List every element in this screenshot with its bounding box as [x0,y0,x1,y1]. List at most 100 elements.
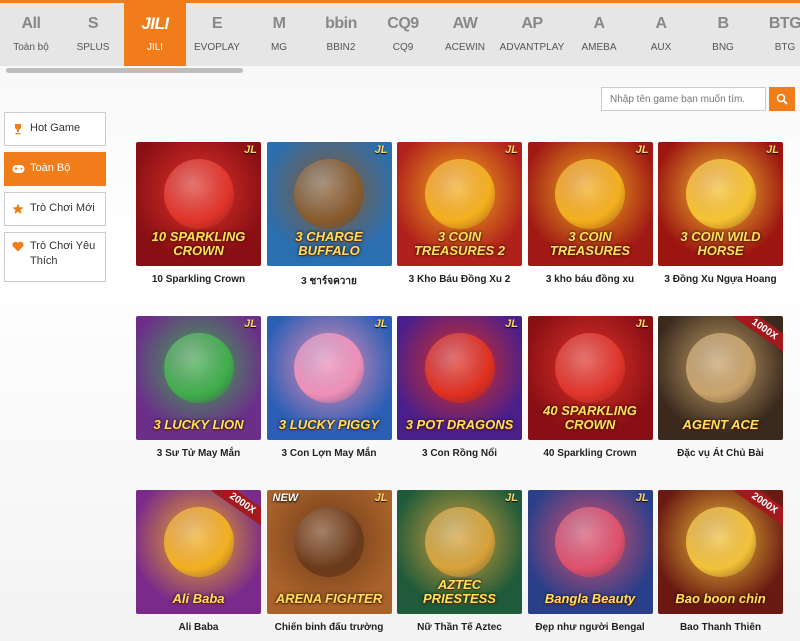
game-artwork [685,159,756,230]
game-card[interactable]: 2000X Bao boon chin Bao Thanh Thiên [658,490,783,633]
game-name[interactable]: 3 Con Lợn May Mắn [267,448,392,459]
game-thumbnail[interactable]: JL AZTEC PRIESTESS [397,490,522,614]
provider-mark: JL [374,144,388,156]
search-button[interactable] [769,87,795,111]
game-thumbnail[interactable]: 1000X AGENT ACE [658,316,783,440]
provider-logo: CQ9 [387,15,419,32]
game-thumbnail[interactable]: 2000X Bao boon chin [658,490,783,614]
game-card[interactable]: JL 3 COIN TREASURES 3 kho báu đồng xu [527,142,653,285]
game-logo-text: 10 SPARKLING CROWN [151,229,246,258]
provider-tab-btg[interactable]: BTG BTG [754,3,800,66]
game-name[interactable]: 10 Sparkling Crown [136,274,261,285]
sidebar-item-favorites[interactable]: Trò Chơi Yêu Thích [4,232,106,282]
provider-tab-splus[interactable]: S SPLUS [62,3,124,66]
game-thumbnail[interactable]: JL 3 COIN TREASURES [527,142,653,266]
provider-label: Toàn bộ [13,42,49,53]
game-name[interactable]: 3 Kho Báu Đồng Xu 2 [397,274,522,285]
provider-label: SPLUS [76,42,110,53]
provider-tab-evoplay[interactable]: E EVOPLAY [186,3,248,66]
provider-logo: AP [521,15,543,32]
gamepad-icon [11,162,25,176]
game-name[interactable]: Ali Baba [136,622,261,633]
provider-logo: JILI [141,14,169,33]
game-name[interactable]: 3 Sư Tử May Mắn [136,448,261,459]
provider-logo: B [717,15,729,32]
sidebar-item-hot-game[interactable]: Hot Game [4,112,106,146]
game-thumbnail[interactable]: JL 3 COIN TREASURES 2 [397,142,522,266]
game-thumbnail[interactable]: JL 10 SPARKLING CROWN [136,142,261,266]
game-logo-text: 3 COIN TREASURES [549,229,631,258]
provider-mark: JL [374,318,388,330]
provider-logo: S [87,15,99,32]
game-card[interactable]: JL 3 LUCKY LION 3 Sư Tử May Mắn [136,316,261,459]
provider-label: AUX [650,42,672,53]
game-name[interactable]: Đặc vụ Át Chủ Bài [658,448,783,459]
game-thumbnail[interactable]: JL 3 LUCKY LION [136,316,261,440]
game-name[interactable]: Nữ Thần Tế Aztec [397,622,522,633]
game-logo-text: ARENA FIGHTER [275,591,383,606]
game-artwork [424,333,495,404]
game-thumbnail[interactable]: JL 3 CHARGE BUFFALO [266,142,392,266]
game-card[interactable]: JL Bangla Beauty Đẹp như người Bengal [527,490,653,633]
provider-tab-mg[interactable]: M MG [248,3,310,66]
game-artwork [163,507,234,578]
game-thumbnail[interactable]: JL 3 POT DRAGONS [397,316,522,440]
game-card[interactable]: JL 10 SPARKLING CROWN 10 Sparkling Crown [136,142,261,285]
provider-tab-bbin2[interactable]: bbin BBIN2 [310,3,372,66]
provider-tab-cq9[interactable]: CQ9 CQ9 [372,3,434,66]
provider-label: CQ9 [392,42,414,53]
provider-tab-toàn-bộ[interactable]: All Toàn bộ [0,3,62,66]
provider-tab-advantplay[interactable]: AP ADVANTPLAY [496,3,568,66]
game-artwork [294,159,364,230]
game-card[interactable]: JL 40 SPARKLING CROWN 40 Sparkling Crown [527,316,653,459]
game-logo-text: 3 LUCKY LION [153,417,244,432]
provider-mark: JL [635,144,649,156]
game-card[interactable]: JL 3 COIN TREASURES 2 3 Kho Báu Đồng Xu 2 [397,142,522,285]
game-card[interactable]: JL 3 POT DRAGONS 3 Con Rồng Nổi [397,316,522,459]
provider-tab-jili[interactable]: JILI JILI [124,3,186,66]
game-card[interactable]: 1000X AGENT ACE Đặc vụ Át Chủ Bài [658,316,783,459]
sidebar-item-all[interactable]: Toàn Bộ [4,152,106,186]
game-artwork [555,507,625,578]
trophy-icon [11,122,25,136]
game-name[interactable]: 3 Con Rồng Nổi [397,448,522,459]
search-input[interactable] [601,87,766,111]
game-artwork [685,507,756,578]
game-logo-text: Bangla Beauty [544,591,636,606]
game-card[interactable]: JL 3 LUCKY PIGGY 3 Con Lợn May Mắn [266,316,392,459]
provider-tab-aux[interactable]: A AUX [630,3,692,66]
provider-label: MG [270,42,288,53]
game-card[interactable]: 2000X Ali Baba Ali Baba [136,490,261,633]
provider-label: BBIN2 [326,42,356,53]
game-name[interactable]: 3 kho báu đồng xu [528,274,653,285]
sidebar-item-new-games[interactable]: Trò Chơi Mới [4,192,106,226]
game-thumbnail[interactable]: 2000X Ali Baba [136,490,261,614]
game-name[interactable]: 40 Sparkling Crown [528,448,653,459]
provider-tab-bng[interactable]: B BNG [692,3,754,66]
game-card[interactable]: JL NEW ARENA FIGHTER Chiến binh đấu trường [266,490,392,633]
game-thumbnail[interactable]: JL 3 LUCKY PIGGY [266,316,392,440]
provider-logo: A [593,15,605,32]
provider-tab-acewin[interactable]: AW ACEWIN [434,3,496,66]
game-logo-text: 40 SPARKLING CROWN [543,403,637,432]
game-thumbnail[interactable]: JL 40 SPARKLING CROWN [527,316,653,440]
game-thumbnail[interactable]: JL 3 COIN WILD HORSE [658,142,783,266]
provider-tab-ameba[interactable]: A AMEBA [568,3,630,66]
game-thumbnail[interactable]: JL NEW ARENA FIGHTER [266,490,392,614]
game-thumbnail[interactable]: JL Bangla Beauty [527,490,653,614]
provider-scrollbar[interactable] [6,68,243,73]
game-card[interactable]: JL 3 COIN WILD HORSE 3 Đồng Xu Ngựa Hoang [658,142,783,285]
category-sidebar: Hot Game Toàn Bộ Trò Chơi Mới Trò Chơi Y… [4,112,106,288]
game-logo-text: 3 CHARGE BUFFALO [295,229,363,258]
game-card[interactable]: JL 3 CHARGE BUFFALO 3 ชาร์จควาย [266,142,392,289]
provider-label: JILI [146,42,164,53]
game-artwork [555,159,625,230]
game-name[interactable]: Chiến binh đấu trường [267,622,392,633]
game-artwork [294,333,364,404]
provider-label: EVOPLAY [194,42,240,53]
game-name[interactable]: 3 ชาร์จควาย [267,274,392,289]
game-name[interactable]: 3 Đồng Xu Ngựa Hoang [658,274,783,285]
game-name[interactable]: Đẹp như người Bengal [528,622,653,633]
game-card[interactable]: JL AZTEC PRIESTESS Nữ Thần Tế Aztec [397,490,522,633]
game-name[interactable]: Bao Thanh Thiên [658,622,783,633]
